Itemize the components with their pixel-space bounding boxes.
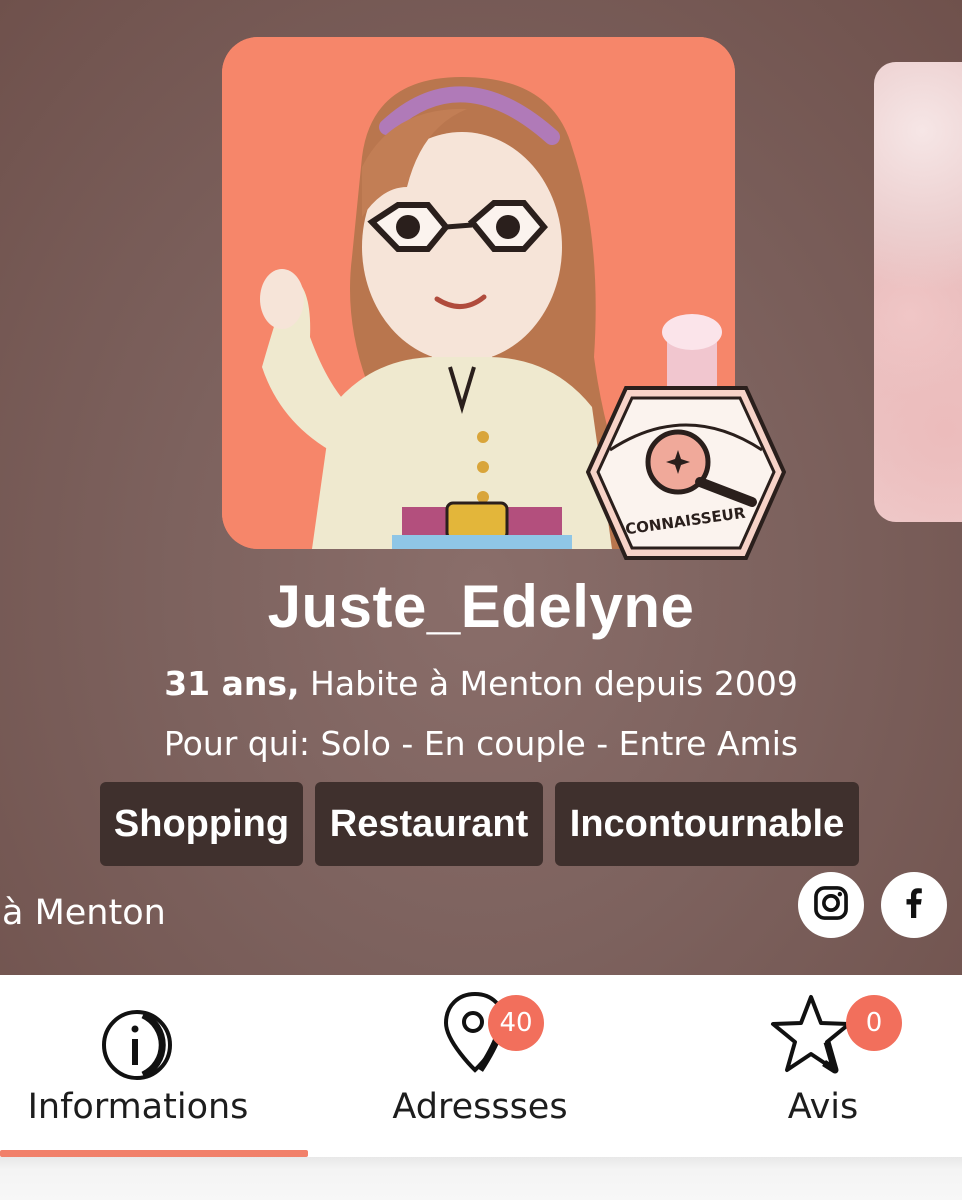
facebook-button[interactable] xyxy=(881,872,947,938)
profile-tabs: Informations 40 Adressses 0 Avis xyxy=(0,975,962,1158)
connaisseur-badge: CONNAISSEUR xyxy=(586,380,786,565)
profile-header: CONNAISSEUR Juste_Edelyne 31 ans, Habite… xyxy=(0,0,962,975)
star-icon xyxy=(768,991,854,1081)
info-icon xyxy=(99,1007,175,1087)
tab-informations[interactable]: Informations xyxy=(0,975,308,1158)
tag-shopping[interactable]: Shopping xyxy=(100,782,303,866)
facebook-icon xyxy=(896,885,932,925)
tab-avis[interactable]: 0 Avis xyxy=(660,975,962,1158)
content-divider xyxy=(0,1157,962,1200)
instagram-icon xyxy=(812,884,850,926)
instagram-button[interactable] xyxy=(798,872,864,938)
tab-adresses[interactable]: 40 Adressses xyxy=(320,975,640,1158)
tab-informations-label: Informations xyxy=(27,1087,249,1127)
tab-avis-label: Avis xyxy=(787,1087,859,1127)
avis-count-badge: 0 xyxy=(846,995,902,1051)
adresses-count-badge: 40 xyxy=(488,995,544,1051)
profile-age: 31 ans, xyxy=(164,664,300,703)
profile-age-residence: 31 ans, Habite à Menton depuis 2009 xyxy=(0,664,962,703)
profile-username: Juste_Edelyne xyxy=(267,573,695,640)
tag-incontournable[interactable]: Incontournable xyxy=(555,782,859,866)
tag-restaurant[interactable]: Restaurant xyxy=(315,782,543,866)
next-photo-card[interactable] xyxy=(874,62,962,522)
tab-adresses-label: Adressses xyxy=(392,1087,568,1127)
profile-residence: Habite à Menton depuis 2009 xyxy=(310,664,798,703)
profile-for-whom: Pour qui: Solo - En couple - Entre Amis xyxy=(163,724,799,763)
profile-location: à Menton xyxy=(2,893,166,933)
active-tab-indicator xyxy=(0,1150,308,1157)
